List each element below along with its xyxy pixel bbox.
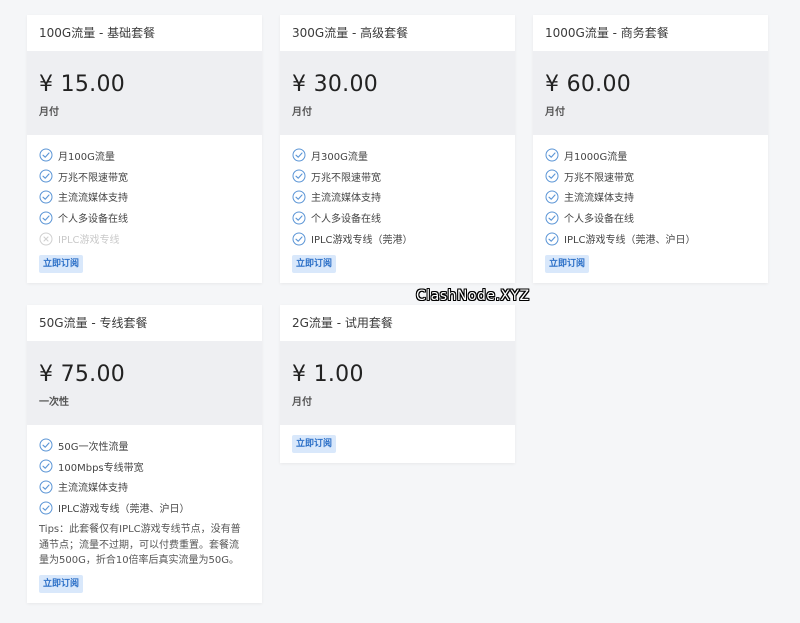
feature-item: 月300G流量 [292,145,515,166]
feature-item: 主流流媒体支持 [39,187,262,208]
feature-text: 万兆不限速带宽 [564,172,634,184]
feature-item: 月1000G流量 [545,145,768,166]
watermark-text: ClashNode.XYZ [416,288,530,304]
price-box: ¥ 75.00 一次性 [27,341,262,425]
feature-text: IPLC游戏专线（莞港） [311,235,413,247]
price-box: ¥ 1.00 月付 [280,341,515,425]
plan-card-advanced: 300G流量 - 高级套餐 ¥ 30.00 月付 月300G流量 万兆不限速带宽… [280,15,515,283]
feature-item: 主流流媒体支持 [39,477,262,498]
plan-price: ¥ 75.00 [39,362,126,387]
feature-text: 主流流媒体支持 [564,193,634,205]
check-circle-icon [39,480,53,494]
plan-period: 月付 [39,107,59,118]
feature-item: IPLC游戏专线（莞港） [292,228,515,249]
subscribe-button[interactable]: 立即订阅 [292,435,337,453]
plan-title: 300G流量 - 高级套餐 [280,15,515,51]
tips-line: Tips：此套餐仅有IPLC游戏专线节点，没有普 [39,524,241,536]
feature-text: 100Mbps专线带宽 [58,462,144,474]
plan-period: 一次性 [39,397,69,408]
tips-line: 通节点；流量不过期，可以付费重置。套餐流 [39,539,239,551]
feature-text: IPLC游戏专线（莞港、沪日） [564,235,696,247]
price-box: ¥ 15.00 月付 [27,51,262,135]
check-circle-icon [545,169,559,183]
plan-price: ¥ 30.00 [292,72,379,97]
check-circle-icon [292,232,306,246]
feature-text: 主流流媒体支持 [311,193,381,205]
feature-text: 月100G流量 [58,151,115,163]
plan-card-dedicated: 50G流量 - 专线套餐 ¥ 75.00 一次性 50G一次性流量 100Mbp… [27,305,262,603]
feature-text: 个人多设备在线 [58,214,128,226]
check-circle-icon [39,438,53,452]
plan-period: 月付 [292,397,312,408]
check-circle-icon [292,169,306,183]
price-box: ¥ 30.00 月付 [280,51,515,135]
plan-card-basic: 100G流量 - 基础套餐 ¥ 15.00 月付 月100G流量 万兆不限速带宽… [27,15,262,283]
feature-item-disabled: IPLC游戏专线 [39,228,262,249]
feature-item: 主流流媒体支持 [292,187,515,208]
feature-text: 万兆不限速带宽 [311,172,381,184]
subscribe-button[interactable]: 立即订阅 [39,255,84,273]
plan-title: 1000G流量 - 商务套餐 [533,15,768,51]
check-circle-icon [545,232,559,246]
feature-item: 个人多设备在线 [292,207,515,228]
feature-text: IPLC游戏专线 [58,235,120,247]
check-circle-icon [545,190,559,204]
feature-text: 主流流媒体支持 [58,483,128,495]
plan-period: 月付 [292,107,312,118]
tips-line: 量为500G，折合10倍率后真实流量为50G。 [39,555,240,567]
feature-text: 月1000G流量 [564,151,628,163]
check-circle-icon [39,148,53,162]
feature-text: 个人多设备在线 [311,214,381,226]
plan-title: 50G流量 - 专线套餐 [27,305,262,341]
x-circle-icon [39,232,53,246]
feature-text: 个人多设备在线 [564,214,634,226]
subscribe-button[interactable]: 立即订阅 [292,255,337,273]
check-circle-icon [292,190,306,204]
plan-title: 2G流量 - 试用套餐 [280,305,515,341]
check-circle-icon [545,148,559,162]
check-circle-icon [39,501,53,515]
check-circle-icon [39,211,53,225]
feature-item: 万兆不限速带宽 [545,166,768,187]
plan-card-trial: 2G流量 - 试用套餐 ¥ 1.00 月付 立即订阅 [280,305,515,463]
check-circle-icon [292,148,306,162]
check-circle-icon [39,169,53,183]
check-circle-icon [545,211,559,225]
feature-text: 50G一次性流量 [58,441,129,453]
check-circle-icon [39,190,53,204]
feature-text: 万兆不限速带宽 [58,172,128,184]
plan-title: 100G流量 - 基础套餐 [27,15,262,51]
feature-item: IPLC游戏专线（莞港、沪日） [39,497,262,518]
plan-price: ¥ 15.00 [39,72,126,97]
feature-item: 万兆不限速带宽 [39,166,262,187]
subscribe-button[interactable]: 立即订阅 [545,255,590,273]
feature-item: 100Mbps专线带宽 [39,456,262,477]
feature-item: IPLC游戏专线（莞港、沪日） [545,228,768,249]
check-circle-icon [292,211,306,225]
check-circle-icon [39,459,53,473]
subscribe-button[interactable]: 立即订阅 [39,575,84,593]
feature-text: 主流流媒体支持 [58,193,128,205]
price-box: ¥ 60.00 月付 [533,51,768,135]
feature-text: 月300G流量 [311,151,368,163]
plan-period: 月付 [545,107,565,118]
feature-list: 50G一次性流量 100Mbps专线带宽 主流流媒体支持 IPLC游戏专线（莞港… [27,425,262,518]
feature-list: 月100G流量 万兆不限速带宽 主流流媒体支持 个人多设备在线 IPLC游戏专线 [27,135,262,249]
feature-list: 月300G流量 万兆不限速带宽 主流流媒体支持 个人多设备在线 IPLC游戏专线… [280,135,515,249]
feature-item: 个人多设备在线 [545,207,768,228]
feature-text: IPLC游戏专线（莞港、沪日） [58,504,190,516]
feature-item: 50G一次性流量 [39,435,262,456]
feature-item: 个人多设备在线 [39,207,262,228]
plan-price: ¥ 1.00 [292,362,364,387]
feature-item: 万兆不限速带宽 [292,166,515,187]
plan-price: ¥ 60.00 [545,72,632,97]
feature-item: 主流流媒体支持 [545,187,768,208]
feature-item: 月100G流量 [39,145,262,166]
plan-card-business: 1000G流量 - 商务套餐 ¥ 60.00 月付 月1000G流量 万兆不限速… [533,15,768,283]
plan-tips: Tips：此套餐仅有IPLC游戏专线节点，没有普 通节点；流量不过期，可以付费重… [27,518,262,569]
feature-list: 月1000G流量 万兆不限速带宽 主流流媒体支持 个人多设备在线 IPLC游戏专… [533,135,768,249]
